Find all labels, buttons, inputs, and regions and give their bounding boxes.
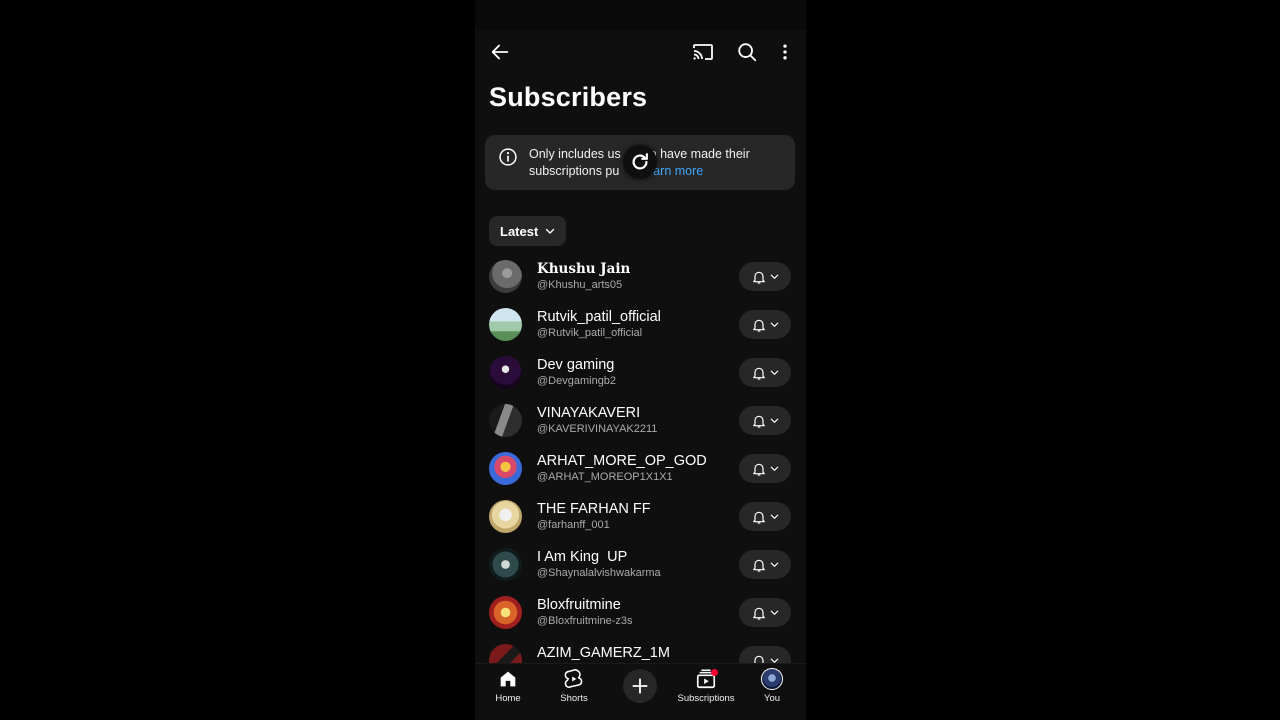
- arrow-left-icon: [491, 44, 509, 60]
- bell-icon: [752, 319, 765, 332]
- chevron-down-icon: [770, 514, 778, 519]
- sort-dropdown[interactable]: Latest: [489, 216, 567, 246]
- subscriber-handle: @Shaynalalvishwakarma: [537, 567, 661, 579]
- bell-icon: [752, 271, 765, 284]
- bell-icon: [753, 655, 764, 663]
- subscriber-handle: @ARHAT_MOREOP1X1X1: [537, 471, 673, 483]
- nav-subscriptions-label: Subscriptions: [677, 693, 735, 704]
- refresh-indicator: [623, 145, 657, 179]
- notification-settings-button[interactable]: [739, 598, 791, 627]
- bell-icon: [752, 511, 765, 524]
- search-button[interactable]: [731, 36, 763, 68]
- notification-settings-button[interactable]: [739, 454, 791, 483]
- nav-subscriptions[interactable]: Subscriptions: [673, 668, 739, 708]
- avatar[interactable]: [489, 596, 522, 629]
- avatar[interactable]: [489, 644, 522, 663]
- more-vertical-icon: [783, 44, 787, 60]
- notification-settings-button[interactable]: [739, 646, 791, 663]
- chevron-down-icon: [770, 658, 778, 663]
- avatar: [761, 668, 783, 690]
- chevron-down-icon: [770, 562, 778, 567]
- notice-text-prefix: Only includes us: [529, 147, 621, 161]
- subscriber-handle: @farhanff_001: [537, 519, 610, 531]
- avatar[interactable]: [489, 500, 522, 533]
- nav-shorts-label: Shorts: [560, 693, 588, 704]
- bell-icon: [752, 367, 765, 380]
- notification-settings-button[interactable]: [739, 502, 791, 531]
- notification-settings-button[interactable]: [739, 310, 791, 339]
- subscriber-handle: @Khushu_arts05: [537, 279, 623, 291]
- subscriber-handle: @Devgamingb2: [537, 375, 617, 387]
- shorts-icon: [564, 669, 583, 688]
- subscriber-name: ARHAT_MORE_OP_GOD: [537, 453, 707, 469]
- phone-screen: Subscribers Only includes us ho have made…: [475, 0, 806, 720]
- bell-icon: [752, 415, 765, 428]
- cast-button[interactable]: [687, 36, 719, 68]
- chevron-down-icon: [770, 370, 778, 375]
- notification-dot: [711, 669, 718, 676]
- subscriber-name: I Am King UP: [537, 549, 628, 565]
- top-app-bar: [475, 30, 806, 74]
- subscriber-row[interactable]: VINAYAKAVERI @KAVERIVINAYAK2211: [475, 397, 806, 445]
- subscriber-handle: @Bloxfruitmine-z3s: [537, 615, 633, 627]
- avatar[interactable]: [489, 308, 522, 341]
- nav-shorts[interactable]: Shorts: [541, 668, 607, 708]
- subscriber-name: THE FARHAN FF: [537, 501, 651, 517]
- avatar[interactable]: [489, 548, 522, 581]
- subscriber-row[interactable]: ARHAT_MORE_OP_GOD @ARHAT_MOREOP1X1X1: [475, 445, 806, 493]
- more-options-button[interactable]: [769, 36, 801, 68]
- notification-settings-button[interactable]: [739, 406, 791, 435]
- nav-home-label: Home: [495, 693, 521, 704]
- chevron-down-icon: [770, 274, 778, 279]
- cast-icon: [693, 44, 713, 60]
- subscriber-row[interactable]: Dev gaming @Devgamingb2: [475, 349, 806, 397]
- avatar[interactable]: [489, 404, 522, 437]
- avatar[interactable]: [489, 356, 522, 389]
- chevron-down-icon: [770, 418, 778, 423]
- subscriber-row[interactable]: THE FARHAN FF @farhanff_001: [475, 493, 806, 541]
- subscriber-name: AZIM_GAMERZ_1M: [537, 645, 670, 661]
- chevron-down-icon: [546, 228, 555, 234]
- nav-you[interactable]: You: [739, 668, 805, 708]
- search-icon: [738, 43, 757, 62]
- subscriber-name: VINAYAKAVERI: [537, 405, 641, 421]
- subscriber-name: Bloxfruitmine: [537, 597, 621, 613]
- bell-icon: [752, 463, 765, 476]
- back-button[interactable]: [484, 36, 516, 68]
- bell-icon: [752, 607, 765, 620]
- refresh-icon: [632, 153, 648, 170]
- subscriber-row[interactable]: Rutvik_patil_official @Rutvik_patil_offi…: [475, 301, 806, 349]
- subscriber-row[interactable]: AZIM_GAMERZ_1M: [475, 637, 806, 663]
- avatar[interactable]: [489, 260, 522, 293]
- info-icon: [499, 148, 517, 166]
- plus-icon: [632, 678, 648, 694]
- subscriber-name: Khushu Jain: [537, 261, 631, 277]
- chevron-down-icon: [770, 466, 778, 471]
- subscriber-row[interactable]: Bloxfruitmine @Bloxfruitmine-z3s: [475, 589, 806, 637]
- subscriber-row[interactable]: I Am King UP @Shaynalalvishwakarma: [475, 541, 806, 589]
- nav-home[interactable]: Home: [475, 668, 541, 708]
- notification-settings-button[interactable]: [739, 262, 791, 291]
- subscriber-name: Dev gaming: [537, 357, 615, 373]
- bell-icon: [752, 559, 765, 572]
- sort-label: Latest: [500, 223, 539, 239]
- page-title: Subscribers: [489, 82, 648, 112]
- bottom-navigation: Home Shorts Subscriptions You: [475, 663, 806, 720]
- notification-settings-button[interactable]: [739, 358, 791, 387]
- subscriber-handle: @KAVERIVINAYAK2211: [537, 423, 658, 435]
- home-icon: [500, 671, 516, 687]
- subscriber-name: Rutvik_patil_official: [537, 309, 661, 325]
- chevron-down-icon: [770, 610, 778, 615]
- status-bar: [475, 0, 806, 30]
- create-button[interactable]: [623, 669, 657, 703]
- subscriber-handle: @Rutvik_patil_official: [537, 327, 643, 339]
- nav-you-label: You: [763, 693, 781, 704]
- notification-settings-button[interactable]: [739, 550, 791, 579]
- subscriber-row[interactable]: Khushu Jain @Khushu_arts05: [475, 253, 806, 301]
- subscriber-list: Khushu Jain @Khushu_arts05 Rutvik_patil_…: [475, 253, 806, 663]
- chevron-down-icon: [770, 322, 778, 327]
- avatar[interactable]: [489, 452, 522, 485]
